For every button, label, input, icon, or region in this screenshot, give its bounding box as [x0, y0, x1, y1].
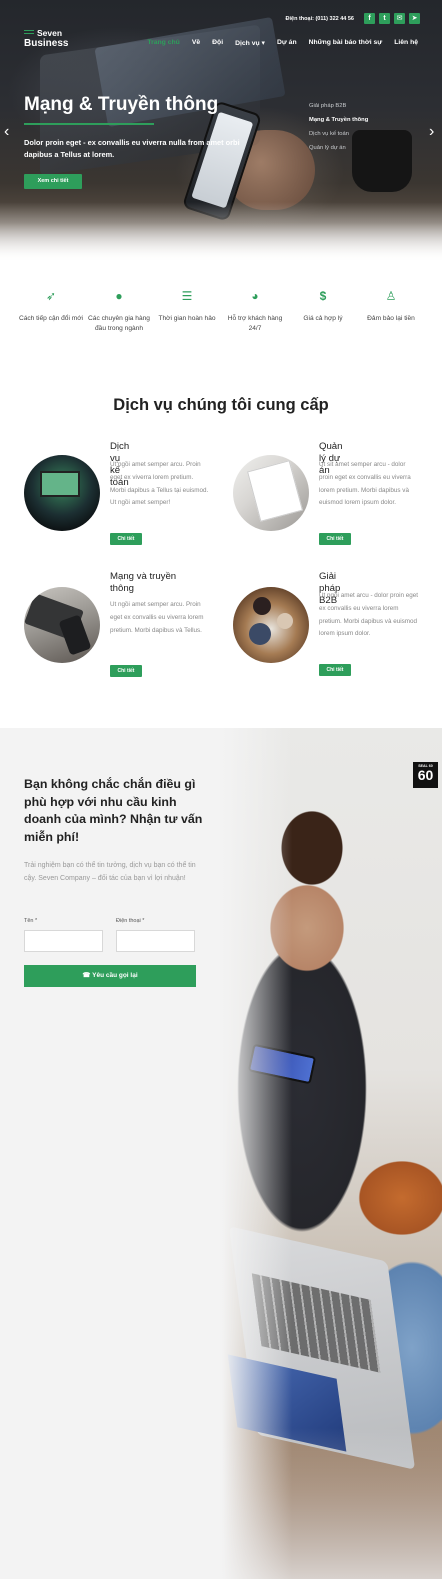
feature-item: $ Giá cả hợp lý: [290, 288, 356, 333]
headset-icon: ◕: [251, 289, 259, 303]
feature-label: Hỗ trợ khách hàng 24/7: [227, 315, 283, 332]
service-details-button[interactable]: Chi tiết: [319, 533, 351, 545]
user-icon: ●: [115, 289, 123, 303]
name-field[interactable]: [24, 930, 103, 952]
name-label: Tên *: [24, 918, 38, 924]
feature-label: Các chuyên gia hàng đầu trong ngành: [88, 315, 150, 332]
twitter-icon[interactable]: t: [379, 13, 390, 24]
nav-about[interactable]: Về: [192, 39, 200, 47]
service-title[interactable]: Mạng và truyền thông: [110, 571, 200, 595]
telegram-icon[interactable]: ➤: [409, 13, 420, 24]
hero-subtitle: Dolor proin eget - ex convallis eu viver…: [24, 138, 240, 159]
hero-title: Mạng & Truyền thông: [24, 94, 219, 115]
nav-contact[interactable]: Liên hệ: [394, 39, 418, 47]
logo-mark-icon: [24, 30, 34, 34]
phone-label: Điện thoại *: [116, 918, 145, 924]
photo-fade-bottom: [222, 1428, 442, 1579]
services-title: Dịch vụ chúng tôi cung cấp: [113, 396, 329, 414]
feature-item: ● Các chuyên gia hàng đầu trong ngành: [86, 288, 152, 333]
checklist-icon: ☰: [181, 289, 193, 303]
hero-details-button[interactable]: Xem chi tiết: [24, 174, 82, 189]
hero-slide-list: Giải pháp B2B Mạng & Truyền thông Dịch v…: [309, 103, 368, 159]
feature-item: ♙ Đảm bảo lại tiền: [358, 288, 424, 333]
email-icon[interactable]: ✉: [394, 13, 405, 24]
service-details-button[interactable]: Chi tiết: [110, 533, 142, 545]
service-image: [233, 587, 309, 663]
service-image: [24, 587, 100, 663]
hero-slide-item[interactable]: Quản lý dự án: [309, 145, 368, 151]
main-nav: Trang chủ Về Đội Dịch vụ ▾ Dự án Những b…: [147, 39, 418, 47]
hero-fade: [0, 202, 442, 262]
hero-slide-item[interactable]: Giải pháp B2B: [309, 103, 368, 109]
logo[interactable]: Seven Business: [24, 29, 69, 49]
rocket-icon: ➶: [45, 289, 57, 303]
service-image: [24, 455, 100, 531]
request-callback-button[interactable]: ☎ Yêu cầu gọi lại: [24, 965, 196, 987]
feature-item: ☰ Thời gian hoàn hảo: [154, 288, 220, 333]
service-details-button[interactable]: Chi tiết: [319, 664, 351, 676]
service-desc: Ut ngồi amet semper arcu. Proin eget ex …: [110, 601, 204, 634]
features-row: ➶ Cách tiếp cận đổi mới ● Các chuyên gia…: [18, 288, 424, 333]
consult-description: Trải nghiệm bạn có thể tin tưởng, dịch v…: [24, 862, 196, 882]
slider-prev-icon[interactable]: ‹: [4, 124, 9, 140]
feature-item: ◕ Hỗ trợ khách hàng 24/7: [222, 288, 288, 333]
nav-projects[interactable]: Dự án: [277, 39, 297, 47]
feature-label: Đảm bảo lại tiền: [367, 315, 415, 322]
feature-item: ➶ Cách tiếp cận đổi mới: [18, 288, 84, 333]
hero-slider: Điện thoại: (011) 322 44 56 f t ✉ ➤ Seve…: [0, 0, 442, 262]
facebook-icon[interactable]: f: [364, 13, 375, 24]
nav-team[interactable]: Đội: [212, 39, 223, 47]
feature-label: Thời gian hoàn hảo: [158, 315, 216, 322]
hero-slide-item-active[interactable]: Mạng & Truyền thông: [309, 117, 368, 123]
consultation-section: SEAL 60 60 Bạn không chắc chắn điều gì p…: [0, 728, 442, 1579]
header-phone: Điện thoại: (011) 322 44 56: [285, 15, 354, 22]
dollar-icon: $: [319, 289, 327, 303]
logo-bottom-text: Business: [24, 38, 69, 49]
service-details-button[interactable]: Chi tiết: [110, 665, 142, 677]
service-desc: Ut ngồi amet arcu - dolor proin eget ex …: [319, 592, 419, 638]
hero-divider: [24, 123, 154, 125]
medal-icon: ♙: [385, 289, 397, 303]
feature-label: Giá cả hợp lý: [303, 315, 343, 322]
slider-next-icon[interactable]: ›: [429, 124, 434, 140]
top-bar: Điện thoại: (011) 322 44 56 f t ✉ ➤: [286, 13, 420, 24]
nav-services[interactable]: Dịch vụ ▾: [235, 39, 265, 47]
service-desc: Ut ngồi amet semper arcu. Proin eget ex …: [110, 461, 209, 507]
service-image: [233, 455, 309, 531]
seal-badge: SEAL 60 60: [413, 762, 438, 788]
nav-news[interactable]: Những bài báo thời sự: [309, 39, 383, 47]
service-desc: Ut sit amet semper arcu - dolor proin eg…: [319, 461, 411, 507]
feature-label: Cách tiếp cận đổi mới: [18, 315, 84, 322]
hero-slide-item[interactable]: Dịch vụ kế toán: [309, 131, 368, 137]
nav-home[interactable]: Trang chủ: [147, 39, 179, 47]
phone-field[interactable]: [116, 930, 195, 952]
badge-number: 60: [417, 767, 434, 783]
consult-title: Bạn không chắc chắn điều gì phù hợp với …: [24, 777, 203, 844]
